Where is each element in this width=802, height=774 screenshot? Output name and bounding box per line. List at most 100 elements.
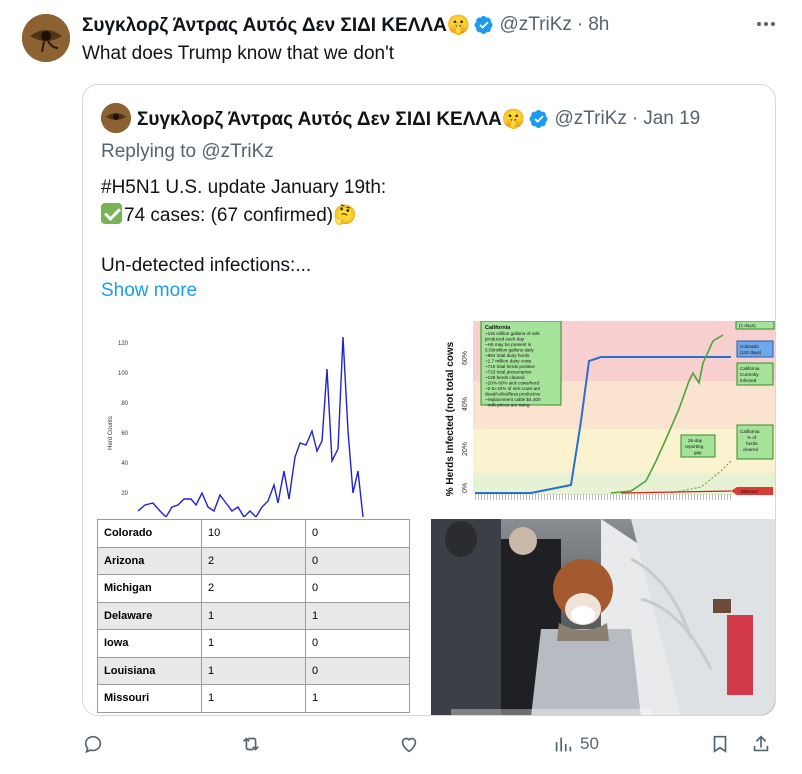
quoted-author-handle[interactable]: @zTriKz (554, 108, 626, 130)
like-button[interactable] (398, 728, 420, 760)
replying-mention[interactable]: @zTriKz (201, 141, 273, 162)
news-photo[interactable] (431, 519, 775, 715)
photo-head-left (445, 521, 477, 557)
tick-120: 120 (118, 341, 129, 347)
state-name: Colorado (97, 519, 202, 548)
info-line: ~128 herds cleared (485, 375, 525, 380)
state-name: Michigan (97, 574, 202, 603)
timestamp[interactable]: 8h (588, 14, 609, 36)
author-name[interactable]: Συγκλορζ Άντρας Αυτός Δεν ΣΙΔΙ ΚΕΛΛΑ🤫 (82, 13, 470, 37)
state-name: Iowa (97, 629, 202, 658)
verified-badge-icon (529, 109, 549, 129)
cell-value: 0 (305, 629, 410, 658)
info-line: ~984 total dairy herds (485, 353, 530, 358)
ca-cleared-label: cleared (743, 447, 759, 452)
band-yellow (473, 429, 775, 473)
info-line: dead/culled/less productive (485, 392, 541, 397)
info-line: produced each day (485, 337, 525, 342)
herds-ylabel: % Herds Infected (not total cows (445, 341, 456, 496)
quoted-tweet[interactable]: Συγκλορζ Άντρας Αυτός Δεν ΣΙΔΙ ΚΕΛΛΑ🤫 @z… (82, 84, 776, 716)
table-row: Colorado 10 0 (97, 519, 410, 548)
tweet-header: Συγκλορζ Άντρας Αυτός Δεν ΣΙΔΙ ΚΕΛΛΑ🤫 @z… (82, 12, 609, 38)
ca-cleared-label: herds (746, 441, 758, 446)
replying-prefix: Replying to (101, 141, 197, 162)
share-icon (753, 735, 769, 752)
more-options-icon[interactable] (755, 14, 777, 34)
gap-label: 26-day (688, 438, 703, 443)
photo-hand-phone (713, 599, 731, 613)
quoted-timestamp[interactable]: Jan 19 (643, 108, 700, 130)
share-button[interactable] (750, 728, 772, 760)
tick-100: 100 (118, 371, 129, 377)
reply-button[interactable] (82, 728, 104, 760)
tick-20pct: 20% (462, 442, 469, 456)
missouri-label: Missouri (741, 489, 758, 494)
media-grid: Herd Counts 120 100 80 60 40 20 Colorado… (83, 321, 775, 715)
photo-face-mid (509, 527, 537, 555)
quoted-header: Συγκλορζ Άντρας Αυτός Δεν ΣΙΔΙ ΚΕΛΛΑ🤫 @z… (101, 107, 700, 131)
ca-infected-label: Infected (740, 378, 757, 383)
cell-value: 1 (201, 656, 306, 685)
colorado-days-label: (110 days) (740, 350, 762, 355)
info-line: ~1.7 million dairy cows (485, 359, 532, 364)
info-line: ~115 million gallons of milk (485, 331, 540, 336)
state-name: Louisiana (97, 656, 202, 685)
cell-value: 0 (305, 656, 410, 685)
ca-cleared-label: California (740, 429, 760, 434)
info-line: ~710 total herds positive (485, 364, 535, 369)
tick-40: 40 (121, 461, 128, 467)
quoted-avatar[interactable] (101, 103, 131, 133)
quoted-line-2: 74 cases: (67 confirmed)🤔 (101, 203, 357, 227)
cell-value: 1 (305, 684, 410, 713)
separator-dot: · (631, 108, 639, 129)
info-line: ~milk prices are rising (485, 403, 530, 408)
tweet[interactable]: Συγκλορζ Άντρας Αυτός Δεν ΣΙΔΙ ΚΕΛΛΑ🤫 @z… (0, 0, 802, 774)
table-row: Louisiana 1 0 (97, 656, 410, 685)
state-cases-table[interactable]: Colorado 10 0 Arizona 2 0 Michigan 2 0 Delawar… (83, 519, 429, 715)
cell-value: 10 (201, 519, 306, 548)
verified-badge-icon (474, 15, 494, 35)
state-name: Missouri (97, 684, 202, 713)
cell-value: 1 (201, 601, 306, 630)
cell-value: 0 (305, 574, 410, 603)
avatar[interactable] (22, 14, 70, 62)
gap-label: gap (694, 450, 702, 455)
reply-icon (84, 735, 102, 754)
ca-infected-label: Currently (740, 372, 759, 377)
tick-60: 60 (121, 431, 128, 437)
author-handle[interactable]: @zTriKz (499, 14, 571, 36)
bookmark-icon (713, 735, 727, 753)
herds-infected-chart[interactable]: % Herds Infected (not total cows 60% 40%… (431, 321, 775, 517)
info-line: 5-50million gallons daily (485, 348, 534, 353)
info-line: ~20%-60% sick cows/herd (485, 381, 539, 386)
tick-0pct: 0% (462, 483, 469, 493)
cell-value: 1 (201, 684, 306, 713)
views-button[interactable]: 50 (552, 728, 599, 760)
cell-value: 0 (305, 519, 410, 548)
cell-value: 2 (201, 546, 306, 575)
action-bar: 50 (82, 728, 782, 760)
cell-value: 0 (305, 546, 410, 575)
info-line: ~2-to-10% of sick cows are (485, 386, 541, 391)
tick-60pct: 60% (462, 351, 469, 365)
ca-infected-label: California (740, 366, 760, 371)
quoted-author-name[interactable]: Συγκλορζ Άντρας Αυτός Δεν ΣΙΔΙ ΚΕΛΛΑ🤫 (137, 107, 525, 131)
gap-label: reporting (685, 444, 704, 449)
photo-child-mask (571, 606, 595, 624)
herd-counts-chart[interactable]: Herd Counts 120 100 80 60 40 20 (83, 321, 429, 517)
photo-child-jacket (531, 629, 641, 715)
bookmark-button[interactable] (709, 728, 731, 760)
table-row: Missouri 1 1 (97, 684, 410, 713)
repost-button[interactable] (240, 728, 262, 760)
show-more-link[interactable]: Show more (101, 280, 197, 302)
quoted-line-3: Un-detected infections:... (101, 255, 312, 276)
repost-icon (243, 737, 259, 751)
heart-icon (401, 737, 417, 753)
ca-cleared-label: % of (747, 435, 757, 440)
state-name: Delaware (97, 601, 202, 630)
cell-value: 1 (201, 629, 306, 658)
state-table: Colorado 10 0 Arizona 2 0 Michigan 2 0 Delawar… (97, 519, 410, 713)
state-name: Arizona (97, 546, 202, 575)
views-count: 50 (580, 734, 599, 753)
separator-dot: · (576, 14, 584, 35)
